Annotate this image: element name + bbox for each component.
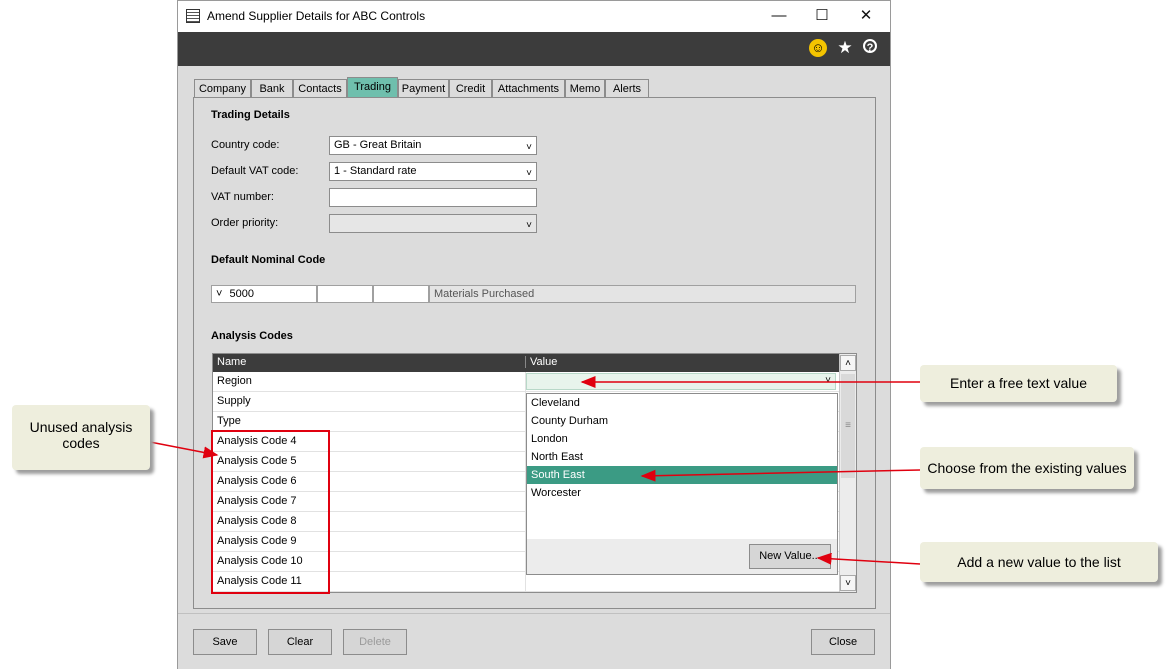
callout-new-value: Add a new value to the list <box>920 542 1158 582</box>
arrow-unused <box>149 441 219 459</box>
arrow-existing <box>640 469 921 482</box>
callout-free-text: Enter a free text value <box>920 365 1117 402</box>
callout-existing-values: Choose from the existing values <box>920 447 1134 489</box>
arrow-new-value <box>816 552 921 565</box>
callout-unused-codes: Unused analysis codes <box>12 405 150 470</box>
